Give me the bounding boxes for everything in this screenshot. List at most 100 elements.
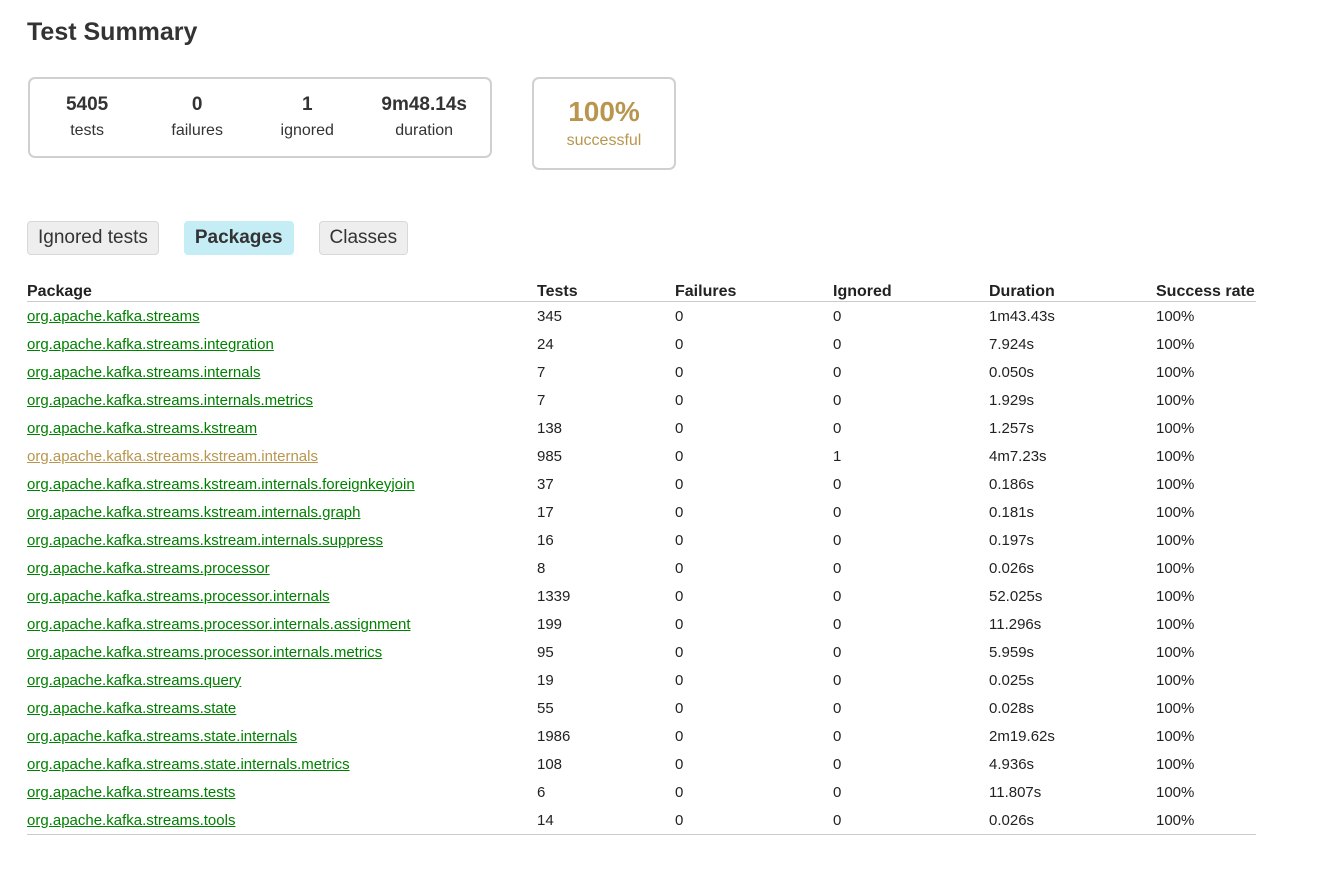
duration-cell: 7.924s bbox=[989, 335, 1035, 353]
duration-cell: 52.025s bbox=[989, 587, 1043, 605]
success-rate-cell: 100% bbox=[1156, 419, 1195, 437]
ignored-cell: 0 bbox=[833, 307, 842, 325]
package-link-cell: org.apache.kafka.streams.state.internals bbox=[27, 722, 537, 750]
tests-cell: 138 bbox=[537, 419, 563, 437]
package-link[interactable]: org.apache.kafka.streams.processor.inter… bbox=[27, 616, 411, 633]
failures-cell: 0 bbox=[675, 671, 684, 689]
tab-packages[interactable]: Packages bbox=[183, 221, 294, 255]
package-link[interactable]: org.apache.kafka.streams.kstream.interna… bbox=[27, 448, 318, 465]
package-link-cell: org.apache.kafka.streams.kstream.interna… bbox=[27, 442, 537, 470]
ignored-cell: 0 bbox=[833, 615, 842, 633]
success-rate-cell: 100% bbox=[1156, 755, 1195, 773]
success-rate-cell: 100% bbox=[1156, 391, 1195, 409]
duration-cell: 5.959s bbox=[989, 643, 1035, 661]
package-link[interactable]: org.apache.kafka.streams.processor.inter… bbox=[27, 588, 330, 605]
ignored-cell: 0 bbox=[833, 755, 842, 773]
failures-cell: 0 bbox=[675, 727, 684, 745]
package-link[interactable]: org.apache.kafka.streams.query bbox=[27, 672, 241, 689]
column-header-failures: Failures bbox=[675, 280, 833, 302]
tests-cell: 345 bbox=[537, 307, 563, 325]
duration-cell: 1.929s bbox=[989, 391, 1035, 409]
table-row: org.apache.kafka.streams.kstream.interna… bbox=[27, 442, 1256, 470]
package-link[interactable]: org.apache.kafka.streams.kstream.interna… bbox=[27, 476, 415, 493]
package-link[interactable]: org.apache.kafka.streams.tests bbox=[27, 784, 235, 801]
ignored-cell: 0 bbox=[833, 335, 842, 353]
success-rate-cell: 100% bbox=[1156, 559, 1195, 577]
package-link[interactable]: org.apache.kafka.streams.state bbox=[27, 700, 236, 717]
package-link-cell: org.apache.kafka.streams.state bbox=[27, 694, 537, 722]
ignored-cell: 0 bbox=[833, 699, 842, 717]
package-link[interactable]: org.apache.kafka.streams.processor bbox=[27, 560, 270, 577]
table-row: org.apache.kafka.streams.internals.metri… bbox=[27, 386, 1256, 414]
table-row: org.apache.kafka.streams.integration 24 0 0… bbox=[27, 330, 1256, 358]
summary-row: 5405 tests 0 failures 1 ignored 9m48.14s… bbox=[28, 77, 676, 170]
package-link-cell: org.apache.kafka.streams.processor.inter… bbox=[27, 638, 537, 666]
table-header-row: Package Tests Failures Ignored Duration … bbox=[27, 280, 1256, 302]
failures-cell: 0 bbox=[675, 335, 684, 353]
package-link-cell: org.apache.kafka.streams.query bbox=[27, 666, 537, 694]
package-link[interactable]: org.apache.kafka.streams.tools bbox=[27, 812, 235, 829]
failures-cell: 0 bbox=[675, 419, 684, 437]
tests-label: tests bbox=[70, 122, 104, 139]
duration-cell: 0.186s bbox=[989, 475, 1035, 493]
package-link-cell: org.apache.kafka.streams.processor.inter… bbox=[27, 582, 537, 610]
failures-cell: 0 bbox=[675, 755, 684, 773]
package-link[interactable]: org.apache.kafka.streams.integration bbox=[27, 336, 274, 353]
success-rate-box: 100% successful bbox=[532, 77, 676, 170]
package-link[interactable]: org.apache.kafka.streams.state.internals bbox=[27, 728, 297, 745]
tests-cell: 108 bbox=[537, 755, 563, 773]
duration-cell: 1m43.43s bbox=[989, 307, 1055, 325]
package-link[interactable]: org.apache.kafka.streams.state.internals… bbox=[27, 756, 350, 773]
package-link[interactable]: org.apache.kafka.streams.processor.inter… bbox=[27, 644, 382, 661]
package-link[interactable]: org.apache.kafka.streams.kstream.interna… bbox=[27, 504, 361, 521]
ignored-cell: 0 bbox=[833, 363, 842, 381]
column-header-ignored: Ignored bbox=[833, 280, 989, 302]
package-link-cell: org.apache.kafka.streams.processor bbox=[27, 554, 537, 582]
duration-cell: 2m19.62s bbox=[989, 727, 1055, 745]
duration-cell: 1.257s bbox=[989, 419, 1035, 437]
duration-cell: 11.807s bbox=[989, 783, 1042, 801]
ignored-cell: 0 bbox=[833, 783, 842, 801]
tests-cell: 14 bbox=[537, 806, 675, 835]
tests-cell: 7 bbox=[537, 363, 546, 381]
package-link-cell: org.apache.kafka.streams.state.internals… bbox=[27, 750, 537, 778]
success-rate-cell: 100% bbox=[1156, 447, 1195, 465]
package-link-cell: org.apache.kafka.streams bbox=[27, 302, 537, 331]
table-row: org.apache.kafka.streams.tools 14 0 0 0.026s… bbox=[27, 806, 1256, 835]
tests-counter: 5405 tests bbox=[36, 93, 138, 142]
ignored-cell: 0 bbox=[833, 531, 842, 549]
duration-cell: 4.936s bbox=[989, 755, 1035, 773]
duration-cell: 11.296s bbox=[989, 615, 1042, 633]
package-link[interactable]: org.apache.kafka.streams bbox=[27, 308, 200, 325]
package-link[interactable]: org.apache.kafka.streams.internals.metri… bbox=[27, 392, 313, 409]
package-link[interactable]: org.apache.kafka.streams.kstream bbox=[27, 420, 257, 437]
package-link-cell: org.apache.kafka.streams.kstream.interna… bbox=[27, 526, 537, 554]
package-link-cell: org.apache.kafka.streams.kstream.interna… bbox=[27, 470, 537, 498]
ignored-cell: 0 bbox=[833, 391, 842, 409]
tests-cell: 16 bbox=[537, 531, 554, 549]
table-body: org.apache.kafka.streams 345 0 0 1m43.43s 100… bbox=[27, 302, 1256, 835]
ignored-cell: 0 bbox=[833, 475, 842, 493]
table-row: org.apache.kafka.streams.state.internals… bbox=[27, 750, 1256, 778]
failures-cell: 0 bbox=[675, 447, 684, 465]
tests-cell: 17 bbox=[537, 503, 554, 521]
tests-cell: 95 bbox=[537, 643, 554, 661]
tab-ignored-tests[interactable]: Ignored tests bbox=[27, 221, 159, 255]
ignored-cell: 0 bbox=[833, 503, 842, 521]
package-link[interactable]: org.apache.kafka.streams.kstream.interna… bbox=[27, 532, 383, 549]
tests-cell: 19 bbox=[537, 671, 554, 689]
tests-cell: 55 bbox=[537, 699, 554, 717]
package-link-cell: org.apache.kafka.streams.tests bbox=[27, 778, 537, 806]
tests-cell: 1986 bbox=[537, 727, 571, 745]
success-rate-cell: 100% bbox=[1156, 783, 1195, 801]
table-row: org.apache.kafka.streams.processor 8 0 0 0.0… bbox=[27, 554, 1256, 582]
duration-cell: 0.028s bbox=[989, 699, 1035, 717]
table-row: org.apache.kafka.streams.processor.inter… bbox=[27, 638, 1256, 666]
ignored-label: ignored bbox=[280, 122, 334, 139]
tab-classes[interactable]: Classes bbox=[318, 221, 409, 255]
duration-cell: 0.197s bbox=[989, 531, 1035, 549]
table-row: org.apache.kafka.streams.state 55 0 0 0.028s… bbox=[27, 694, 1256, 722]
success-rate-cell: 100% bbox=[1156, 615, 1195, 633]
duration-cell: 0.026s bbox=[989, 806, 1156, 835]
package-link[interactable]: org.apache.kafka.streams.internals bbox=[27, 364, 260, 381]
